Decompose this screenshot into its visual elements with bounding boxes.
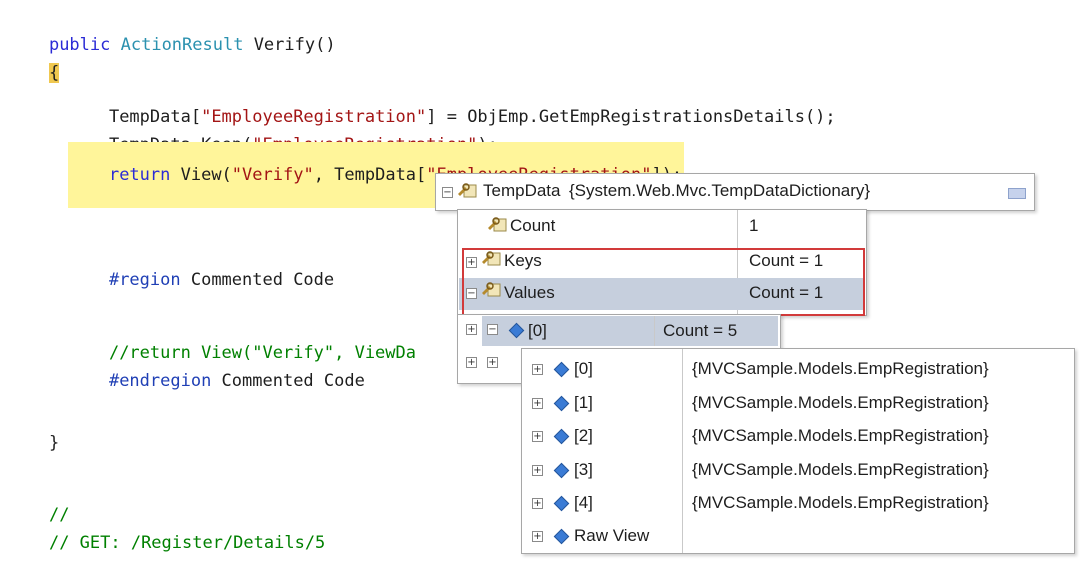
code-text: View( [170,165,232,185]
code-line-endregion: #endregion Commented Code [68,348,365,414]
datatip-child-name: [2] [574,426,593,445]
datatip-raw-view[interactable]: Raw View [574,521,649,551]
datatip-item0-value: Count = 5 [663,321,738,340]
expand-icon[interactable]: + [487,357,498,368]
code-line-region: #region Commented Code [68,247,334,313]
code-text: Commented Code [211,371,365,391]
close-brace: } [48,433,60,453]
datatip-level3[interactable]: + Raw View + [0] {MVCSample.Models.EmpRegi… [521,348,1075,554]
datatip-child-value: {MVCSample.Models.EmpRegistration} [692,459,989,479]
datatip-child-value: {MVCSample.Models.EmpRegistration} [692,359,989,378]
field-icon [553,428,570,445]
datatip-child-value: {MVCSample.Models.EmpRegistration} [692,426,989,445]
code-text: , TempData[ [313,165,427,185]
expand-icon[interactable]: + [532,397,543,409]
preprocessor-endregion: #endregion [108,371,212,391]
method-name: Verify() [243,35,336,55]
expand-icon[interactable]: + [466,324,477,335]
code-text: Commented Code [180,270,335,290]
field-icon [553,462,570,478]
string-literal: "Verify" [231,165,314,185]
datatip-child-name: [4] [574,493,593,512]
datatip-item0-name: [0] [528,321,547,340]
collapse-icon[interactable]: − [442,187,453,198]
code-line-close-brace: } [8,410,59,476]
datatip-child-name: [3] [574,459,593,479]
datatip-child-value: {MVCSample.Models.EmpRegistration} [692,392,989,412]
column-separator [682,349,683,553]
field-icon [553,395,570,411]
datatip-count-name: Count [510,216,556,235]
type-actionresult: ActionResult [120,35,244,55]
expand-icon[interactable]: + [466,357,477,368]
field-icon [553,361,570,378]
datatip-root-value: {System.Web.Mvc.TempDataDictionary} [569,181,871,200]
code-line-open-brace: { [8,40,60,106]
datatip-child-name: [0] [574,359,593,378]
property-icon [458,183,477,198]
datatip-root-row[interactable]: − TempData {System.Web.Mvc.TempDataDicti… [435,173,1035,211]
column-separator [654,316,655,346]
expand-icon[interactable]: + [532,498,543,509]
field-icon [553,495,570,512]
expand-icon[interactable]: + [532,431,543,442]
expand-icon[interactable]: + [532,364,543,375]
annotation-highlight-box [462,248,865,316]
raw-view-icon [553,528,570,545]
datatip-root-name: TempData [483,181,561,200]
code-line-comment-get: // GET: /Register/Details/5 [8,510,325,576]
expand-icon[interactable]: + [532,464,543,476]
expand-icon[interactable]: + [532,531,543,542]
datatip-child-name: [1] [574,392,593,412]
comment-text: // GET: /Register/Details/5 [48,533,326,553]
pin-icon[interactable] [1008,188,1026,199]
preprocessor-region: #region [108,270,181,290]
datatip-child-value: {MVCSample.Models.EmpRegistration} [692,493,989,512]
datatip-count-value: 1 [749,216,759,235]
keyword-return: return [108,165,171,185]
property-icon [488,217,507,232]
open-brace: { [48,63,60,83]
collapse-icon[interactable]: − [487,324,498,335]
